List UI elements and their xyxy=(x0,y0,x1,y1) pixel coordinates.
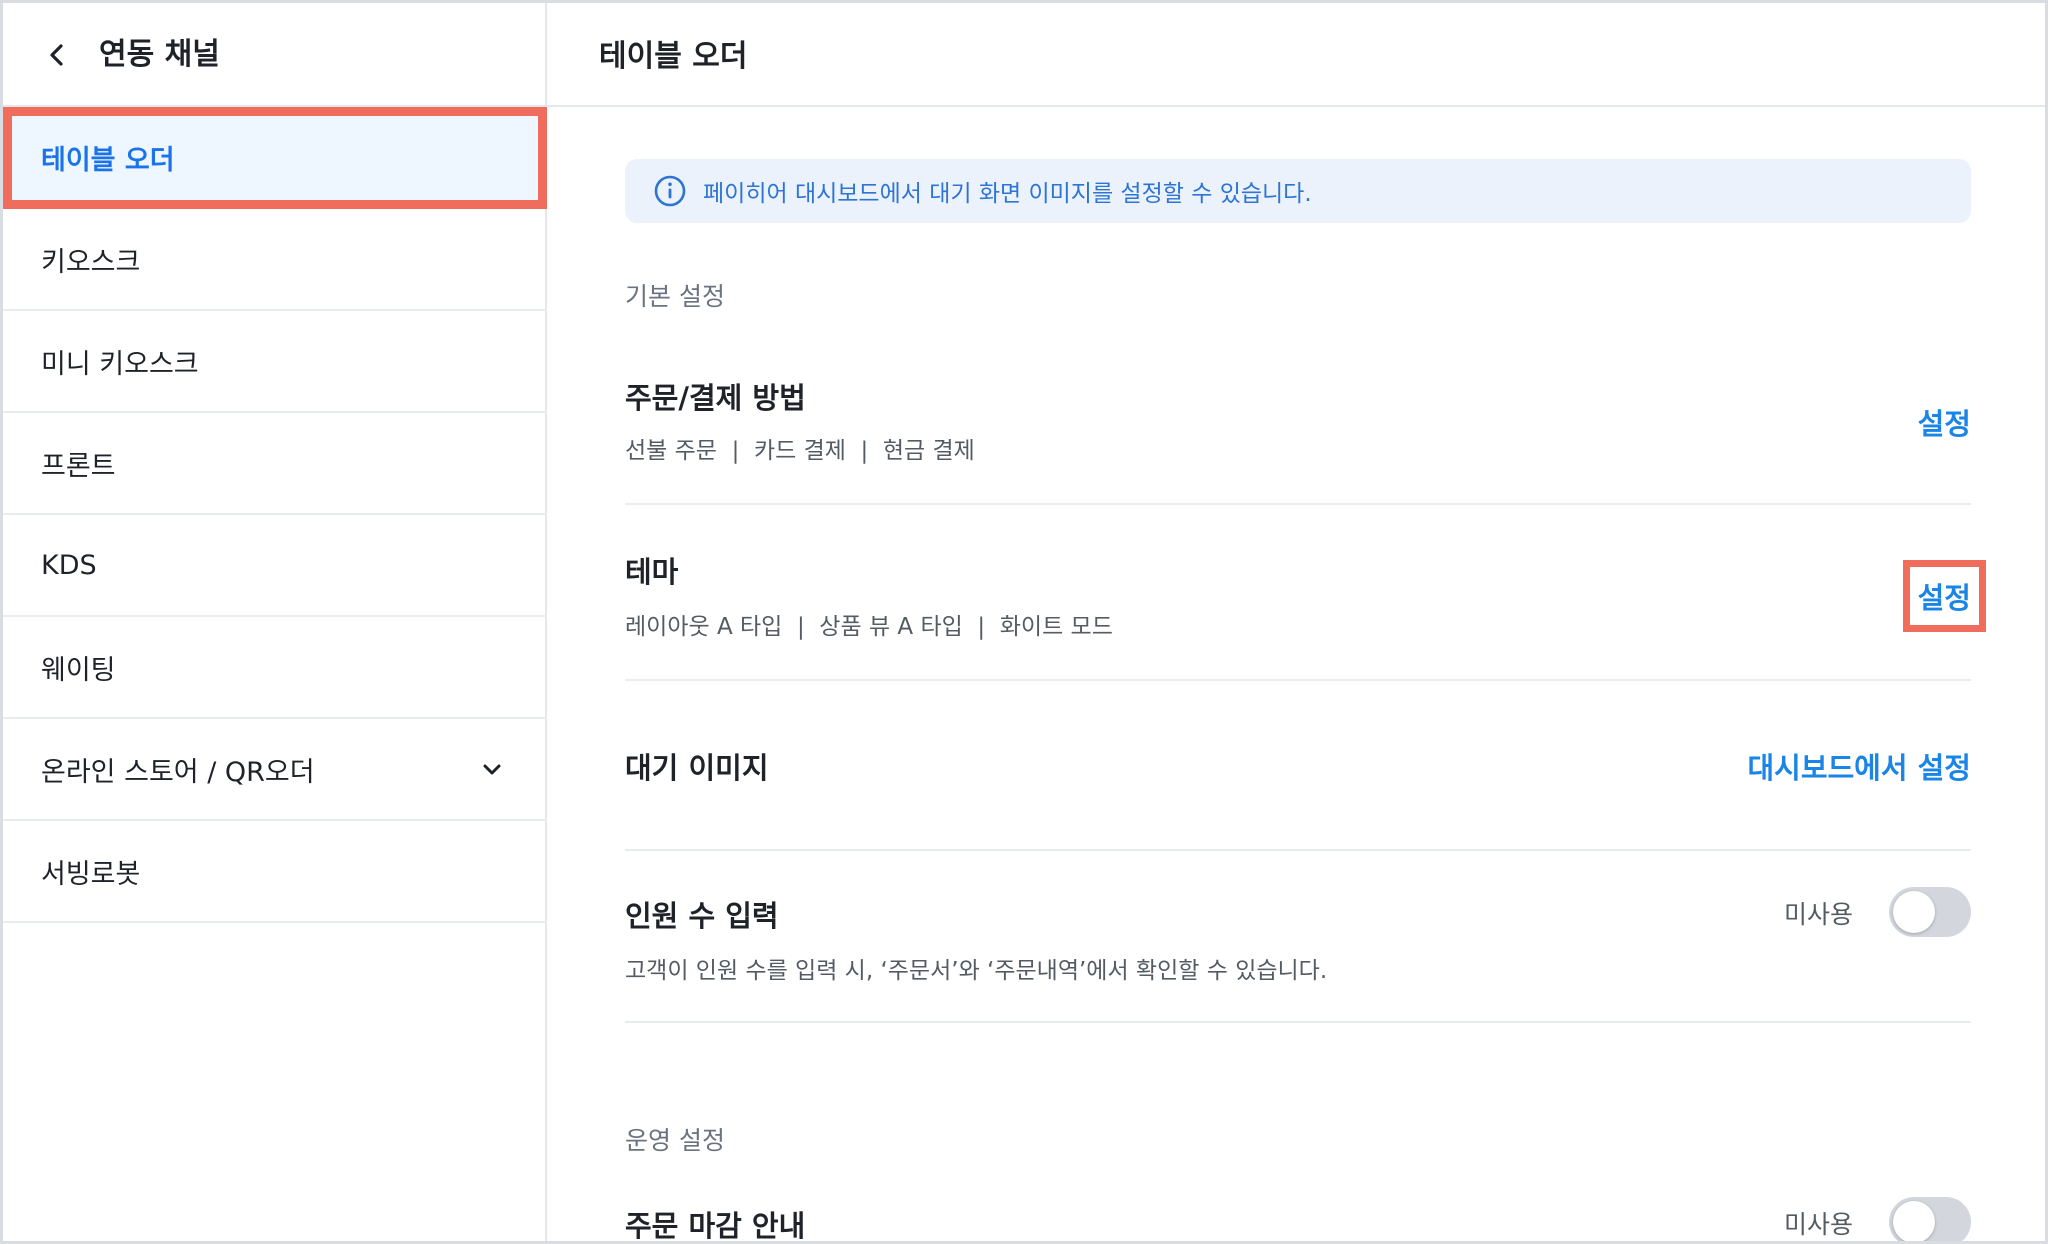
toggle-knob xyxy=(1893,1201,1935,1241)
order-payment-settings-button[interactable]: 설정 xyxy=(1918,401,1971,443)
order-close-title: 주문 마감 안내 xyxy=(625,1209,806,1243)
order-payment-summary: 선불 주문 | 카드 결제 | 현금 결제 xyxy=(625,438,975,464)
sidebar-item-mini-kiosk[interactable]: 미니 키오스크 xyxy=(3,311,547,413)
sidebar-item-label: 온라인 스토어 / QR오더 xyxy=(41,756,315,788)
sidebar-item-label: 미니 키오스크 xyxy=(41,348,199,380)
theme-settings-button[interactable]: 설정 xyxy=(1902,560,1987,632)
info-banner: 페이히어 대시보드에서 대기 화면 이미지를 설정할 수 있습니다. xyxy=(625,159,1971,223)
sidebar-item-label: 웨이팅 xyxy=(41,654,116,686)
sidebar-item-waiting[interactable]: 웨이팅 xyxy=(3,617,547,719)
info-text: 페이히어 대시보드에서 대기 화면 이미지를 설정할 수 있습니다. xyxy=(703,181,1312,207)
main-header: 테이블 오더 xyxy=(547,3,2045,107)
main-panel: 테이블 오더 페이히어 대시보드에서 대기 화면 이미지를 설정할 수 있습니다… xyxy=(547,3,2045,1241)
sidebar-item-label: 키오스크 xyxy=(41,246,141,278)
section-label-operation: 운영 설정 xyxy=(625,1126,725,1155)
sidebar-item-serving-robot[interactable]: 서빙로봇 xyxy=(3,821,547,923)
party-size-description: 고객이 인원 수를 입력 시, ‘주문서’와 ‘주문내역’에서 확인할 수 있습… xyxy=(625,958,1328,984)
order-close-status: 미사용 xyxy=(1783,1210,1853,1239)
section-label-basic: 기본 설정 xyxy=(625,282,725,311)
sidebar-item-label: 프론트 xyxy=(41,450,116,482)
theme-summary: 레이아웃 A 타입 | 상품 뷰 A 타입 | 화이트 모드 xyxy=(625,614,1113,640)
info-icon xyxy=(654,175,686,207)
toggle-knob xyxy=(1893,891,1935,933)
sidebar-title: 연동 채널 xyxy=(99,37,220,72)
theme-title: 테마 xyxy=(625,555,679,589)
sidebar-item-online-store[interactable]: 온라인 스토어 / QR오더 xyxy=(3,719,547,821)
sidebar-item-table-order[interactable]: 테이블 오더 xyxy=(3,107,547,209)
party-size-toggle[interactable] xyxy=(1889,887,1971,937)
theme-row: 테마 레이아웃 A 타입 | 상품 뷰 A 타입 | 화이트 모드 설정 xyxy=(625,505,1987,681)
sidebar-header: 연동 채널 xyxy=(3,3,547,107)
dashboard-settings-link[interactable]: 대시보드에서 설정 xyxy=(1747,745,1971,787)
sidebar-item-label: 서빙로봇 xyxy=(41,858,141,890)
sidebar-item-label: KDS xyxy=(41,549,97,581)
page-title: 테이블 오더 xyxy=(599,39,748,74)
standby-image-row: 대기 이미지 대시보드에서 설정 xyxy=(625,681,1971,851)
sidebar-list: 테이블 오더 키오스크 미니 키오스크 프론트 KDS 웨이팅 온라인 스토어 … xyxy=(3,107,547,923)
sidebar-item-label: 테이블 오더 xyxy=(41,144,175,176)
order-close-row: 주문 마감 안내 미사용 xyxy=(625,1197,1971,1243)
party-size-title: 인원 수 입력 xyxy=(625,899,779,933)
order-payment-title: 주문/결제 방법 xyxy=(625,381,806,415)
party-size-status: 미사용 xyxy=(1783,900,1853,929)
party-size-row: 인원 수 입력 고객이 인원 수를 입력 시, ‘주문서’와 ‘주문내역’에서 … xyxy=(625,851,1971,1023)
sidebar-item-kiosk[interactable]: 키오스크 xyxy=(3,209,547,311)
sidebar-item-front[interactable]: 프론트 xyxy=(3,413,547,515)
order-close-toggle[interactable] xyxy=(1889,1197,1971,1241)
chevron-left-icon[interactable] xyxy=(43,41,71,69)
standby-image-title: 대기 이미지 xyxy=(625,751,769,785)
app-window: 연동 채널 테이블 오더 키오스크 미니 키오스크 프론트 KDS 웨이팅 온라… xyxy=(0,0,2048,1244)
sidebar: 연동 채널 테이블 오더 키오스크 미니 키오스크 프론트 KDS 웨이팅 온라… xyxy=(3,3,547,1241)
order-payment-row: 주문/결제 방법 선불 주문 | 카드 결제 | 현금 결제 설정 xyxy=(625,357,1971,505)
sidebar-item-kds[interactable]: KDS xyxy=(3,515,547,617)
chevron-down-icon[interactable] xyxy=(479,757,505,783)
